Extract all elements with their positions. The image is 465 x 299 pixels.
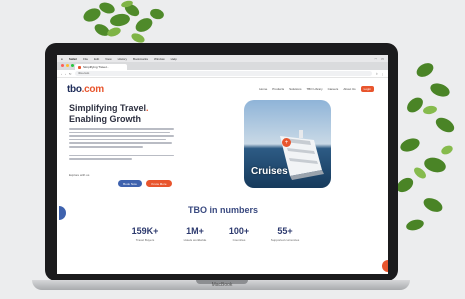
stat-travel-buyers: 159K+ Travel Buyers	[117, 226, 173, 242]
tbo-logo[interactable]: tbo.com	[67, 84, 104, 95]
nav-home[interactable]: Home	[259, 87, 267, 91]
login-button[interactable]: Login	[360, 86, 374, 92]
site-header: tbo.com Home Products Solutions TBO Libr…	[57, 82, 388, 96]
hero-paragraph	[69, 128, 174, 160]
forward-arrow-icon[interactable]: ›	[65, 72, 66, 76]
nav-solutions[interactable]: Solutions	[289, 87, 301, 91]
back-arrow-icon[interactable]: ‹	[61, 72, 62, 76]
menu-item-bookmarks[interactable]: Bookmarks	[133, 57, 148, 61]
stat-currencies: 55+ Supported currencies	[257, 226, 313, 242]
hero-caption: Explore with us	[69, 173, 90, 177]
menu-item-view[interactable]: View	[105, 57, 111, 61]
plus-icon[interactable]: +	[282, 138, 291, 147]
stat-label: Supported currencies	[270, 238, 300, 242]
chat-widget-right[interactable]	[382, 260, 388, 272]
more-icon[interactable]: ⋮	[381, 72, 384, 76]
share-icon[interactable]: ⇧	[375, 72, 378, 76]
stat-value: 159K+	[131, 226, 159, 236]
favicon-icon	[78, 65, 81, 69]
os-menubar: ● Safari File Edit View History Bookmark…	[57, 55, 388, 62]
nav-library[interactable]: TBO Library	[306, 87, 322, 91]
numbers-heading: TBO in numbers	[187, 205, 258, 215]
browser-tabbar: Simplifying Travel...	[57, 62, 388, 70]
wifi-icon[interactable]: ◠	[375, 57, 378, 61]
laptop-brand-label: MacBook	[211, 282, 233, 288]
nav-careers[interactable]: Careers	[328, 87, 339, 91]
stat-value: 55+	[277, 226, 293, 236]
apple-icon[interactable]: ●	[61, 57, 63, 61]
menu-item-window[interactable]: Window	[154, 57, 165, 61]
menu-item-help[interactable]: Help	[171, 57, 177, 61]
cruise-card-label: Cruises	[251, 166, 288, 177]
menu-app-name[interactable]: Safari	[69, 57, 77, 61]
maximize-window-icon[interactable]	[71, 64, 74, 67]
battery-icon[interactable]: ▭	[381, 57, 384, 61]
nav-products[interactable]: Products	[272, 87, 284, 91]
stat-label: Travel Buyers	[135, 238, 155, 242]
reload-icon[interactable]: ↻	[69, 72, 72, 76]
tab-title: Simplifying Travel...	[83, 65, 110, 69]
close-window-icon[interactable]	[61, 64, 64, 67]
browser-tab[interactable]: Simplifying Travel...	[75, 64, 127, 70]
nav-about[interactable]: About Us	[343, 87, 355, 91]
menu-item-edit[interactable]: Edit	[94, 57, 99, 61]
book-now-button[interactable]: Book Now	[118, 180, 142, 187]
address-bar[interactable]: tbo.com	[74, 71, 373, 76]
browser-toolbar: ‹ › ↻ tbo.com ⇧ ⋮	[57, 70, 388, 78]
hero-title: Simplifying Travel. Enabling Growth	[69, 103, 149, 124]
site-nav: Home Products Solutions TBO Library Care…	[259, 86, 374, 92]
menu-item-file[interactable]: File	[83, 57, 88, 61]
menu-item-history[interactable]: History	[118, 57, 127, 61]
minimize-window-icon[interactable]	[66, 64, 69, 67]
know-more-button[interactable]: Know More	[146, 180, 172, 187]
